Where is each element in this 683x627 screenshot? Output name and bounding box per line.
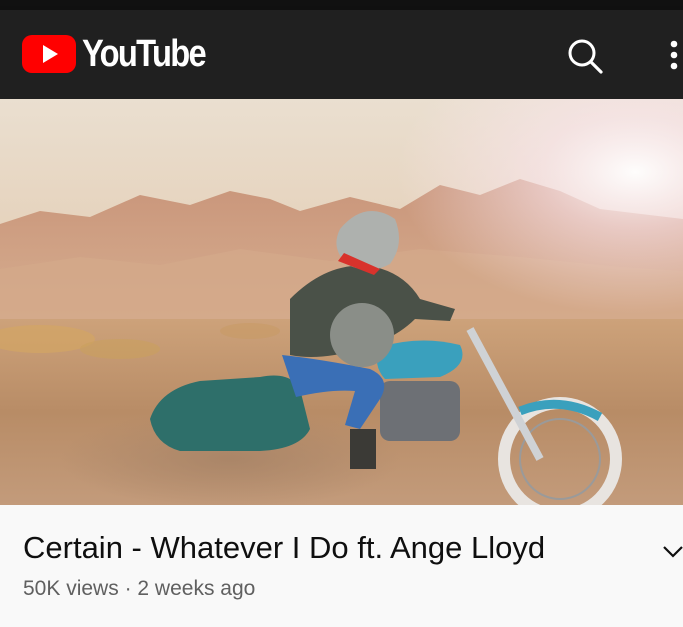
youtube-logo-icon [22, 35, 76, 73]
meta-separator: · [124, 577, 132, 600]
video-player[interactable] [0, 99, 683, 505]
expand-description-button[interactable] [660, 539, 683, 565]
view-count: 50K views [23, 577, 119, 600]
video-title[interactable]: Certain - Whatever I Do ft. Ange Lloyd [23, 529, 545, 567]
search-icon [568, 39, 603, 74]
video-metadata: 50K views · 2 weeks ago [23, 577, 255, 601]
status-bar [0, 0, 683, 10]
more-vert-icon [670, 40, 678, 70]
video-frame [0, 99, 683, 505]
search-button[interactable] [562, 34, 608, 80]
chevron-down-icon [663, 546, 683, 558]
video-info-panel: Certain - Whatever I Do ft. Ange Lloyd 5… [0, 505, 683, 627]
upload-age: 2 weeks ago [137, 577, 256, 600]
logo-text: YouTube [82, 33, 207, 75]
youtube-logo[interactable]: YouTube [22, 34, 225, 74]
more-options-button[interactable] [660, 34, 683, 80]
app-header: YouTube [0, 10, 683, 99]
